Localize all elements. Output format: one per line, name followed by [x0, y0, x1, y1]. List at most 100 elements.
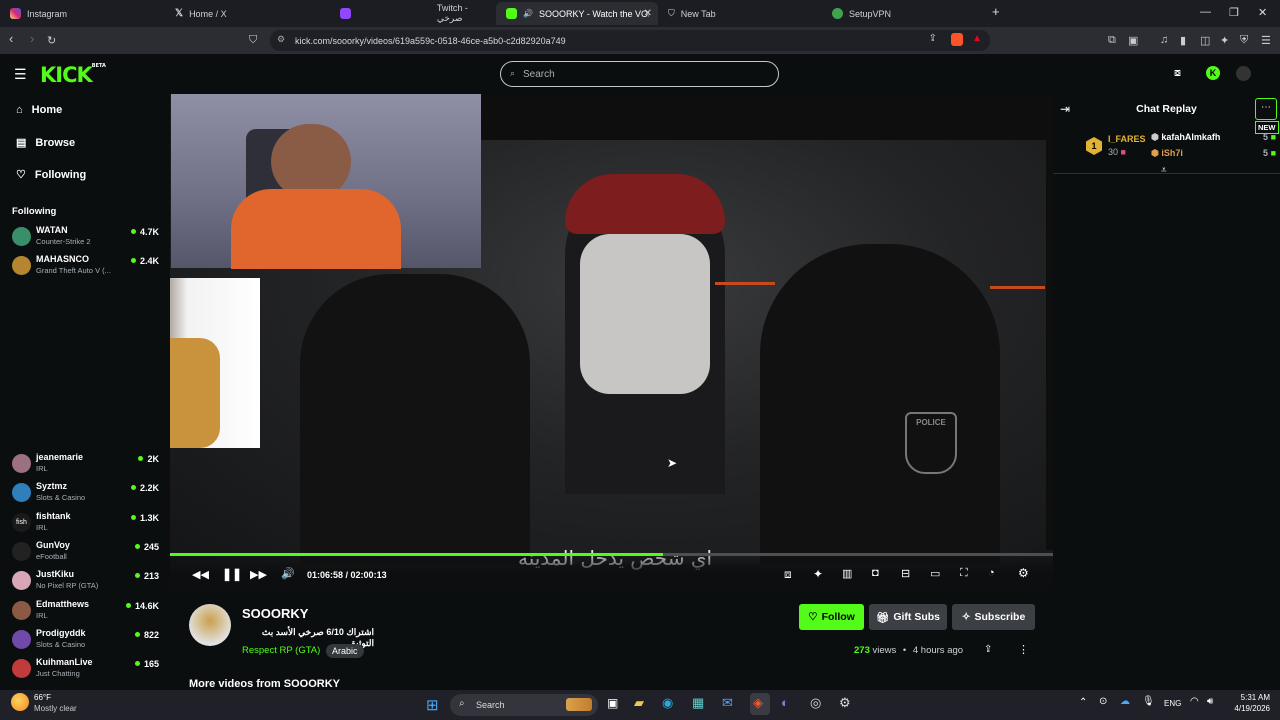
channel-item[interactable]: Prodigyddk Slots & Casino 822 [12, 627, 162, 653]
more-options-icon[interactable]: ⋮ [1018, 643, 1029, 656]
progress-track[interactable] [170, 553, 1053, 556]
vpn-shield-icon[interactable]: ⛨ [1240, 34, 1248, 47]
input-language[interactable]: ENG [1164, 699, 1181, 708]
bookmark-icon[interactable]: ⛉ [249, 34, 257, 47]
music-icon[interactable]: ♫ [1160, 34, 1168, 46]
windows-start-icon[interactable]: ⊞ [426, 696, 439, 714]
new-tab-button[interactable]: + [992, 4, 1000, 19]
app-icon[interactable]: ◎ [810, 695, 821, 711]
avatar [12, 454, 31, 473]
taskbar-search[interactable]: ⌕ Search [450, 694, 598, 716]
mini-player-icon[interactable]: ⊟ [901, 567, 910, 580]
kick-coin-icon[interactable]: K [1206, 66, 1220, 80]
reload-icon[interactable]: ↻ [47, 34, 56, 47]
channel-item[interactable]: MAHASNCO Grand Theft Auto V (... 2.4K [12, 253, 162, 279]
brave-shields-icon[interactable] [951, 33, 963, 46]
pause-icon[interactable]: ❚❚ [222, 567, 242, 581]
weather-icon[interactable] [11, 693, 29, 711]
channel-item[interactable]: fish fishtank IRL 1.3K [12, 510, 162, 536]
tab-instagram[interactable]: Instagram [0, 2, 165, 25]
chat-more-icon[interactable]: ⋯ [1255, 98, 1277, 120]
extensions-icon[interactable]: ⧉ [1108, 34, 1116, 47]
fullscreen-icon[interactable]: ⛶ [960, 567, 968, 580]
task-view-icon[interactable]: ▣ [607, 696, 618, 710]
address-bar[interactable]: ⚙ kick.com/sooorky/videos/619a559c-0518-… [270, 30, 990, 51]
restore-button[interactable]: ❐ [1229, 6, 1239, 19]
menu-icon[interactable]: ☰ [1261, 34, 1271, 47]
mail-icon[interactable]: ✉ [722, 695, 733, 711]
onedrive-icon[interactable]: ☁ [1120, 696, 1130, 707]
microphone-icon[interactable]: 🎙︎ [1142, 696, 1155, 707]
user-avatar[interactable] [1236, 66, 1251, 81]
discord-icon[interactable]: ◐ [781, 695, 789, 710]
channel-item[interactable]: Syztmz Slots & Casino 2.2K [12, 480, 162, 506]
wifi-icon[interactable]: ◠ [1190, 696, 1199, 707]
channel-item[interactable]: JustKiku No Pixel RP (GTA) 213 [12, 568, 162, 594]
settings-gear-icon[interactable]: ⚙ [1018, 566, 1029, 580]
share-icon[interactable]: ⇪ [929, 33, 937, 44]
streamer-name[interactable]: SOOORKY [242, 606, 308, 621]
hamburger-menu-icon[interactable]: ☰ [14, 66, 27, 83]
language-tag[interactable]: Arabic [326, 644, 364, 658]
channel-item[interactable]: jeanemarie IRL 2K [12, 451, 162, 477]
volume-icon[interactable]: 🔊 [281, 567, 295, 580]
follow-button[interactable]: ♡ Follow [799, 604, 864, 630]
rewind-icon[interactable]: ◀◀ [192, 568, 209, 581]
file-explorer-icon[interactable]: ▰ [634, 695, 644, 711]
nav-home[interactable]: ⌂ Home [16, 104, 62, 116]
channel-item[interactable]: WATAN Counter-Strike 2 4.7K [12, 224, 162, 250]
gift-subs-button[interactable]: 🎁︎ Gift Subs [869, 604, 947, 630]
views-count: 273 [854, 645, 870, 656]
theater-mode-icon[interactable]: ▭ [930, 567, 940, 580]
clip-crop-icon[interactable]: ⧈ [784, 567, 792, 582]
category-link[interactable]: Respect RP (GTA) [242, 645, 320, 656]
site-info-icon[interactable]: ⚙ [277, 34, 285, 45]
leo-ai-icon[interactable]: ✦ [1220, 34, 1229, 47]
speed-icon[interactable]: ◔ [988, 567, 995, 579]
kick-logo[interactable]: KICKBETA [40, 63, 106, 87]
nav-browse[interactable]: ▤ Browse [16, 136, 75, 150]
pip-icon[interactable]: ◘ [872, 567, 879, 579]
minimize-button[interactable]: — [1200, 6, 1211, 18]
channel-item[interactable]: Edmatthews IRL 14.6K [12, 598, 162, 624]
brave-rewards-icon[interactable]: ▲ [972, 33, 982, 44]
streamer-avatar[interactable] [189, 604, 231, 646]
tab-new-tab[interactable]: ⛉ New Tab [658, 2, 823, 25]
video-player[interactable]: POLICE اي شخص يدخل المدينه ◀◀ ❚❚ ▶▶ 🔊 01… [170, 94, 1053, 590]
top-gifter-name[interactable]: I_FARES [1108, 134, 1146, 144]
sidebar-icon[interactable]: ▮ [1180, 34, 1186, 47]
tab-setupvpn[interactable]: SetupVPN [822, 2, 987, 25]
wallet-icon[interactable]: ▣ [1128, 34, 1138, 47]
nav-following[interactable]: ♡ Following [16, 168, 86, 182]
tray-app-icon[interactable]: ⊙ [1099, 696, 1107, 707]
forward-icon[interactable]: › [30, 31, 34, 46]
settings-icon[interactable]: ⚙ [839, 695, 851, 711]
leader-item[interactable]: ⬢ iSh7i 5 ■ [1151, 148, 1276, 159]
back-icon[interactable]: ‹ [9, 31, 13, 46]
clock[interactable]: 5:31 AM 4/19/2026 [1226, 693, 1270, 713]
store-icon[interactable]: ▦ [692, 695, 704, 711]
tab-x[interactable]: 𝕏 Home / X [165, 2, 330, 25]
channel-item[interactable]: KuihmanLive Just Chatting 165 [12, 656, 162, 682]
expand-leaderboard-icon[interactable]: ⩡ [1161, 165, 1167, 176]
share-icon[interactable]: ⇪ [984, 644, 992, 655]
channel-item[interactable]: GunVoy eFootball 245 [12, 539, 162, 565]
speaker-icon[interactable]: 🔊︎ [1207, 696, 1213, 707]
tray-chevron-icon[interactable]: ⌃ [1079, 697, 1087, 708]
close-window-button[interactable]: ✕ [1258, 6, 1267, 19]
leader-item[interactable]: ⬢ kafahAlmkafh 5 ■ [1151, 132, 1276, 143]
sparkle-icon[interactable]: ✦ [813, 567, 823, 581]
tab-kick-vod[interactable]: 🔊 SOOORKY - Watch the VOD ✕ [496, 2, 658, 25]
crypto-wallet-icon[interactable]: ◫ [1200, 34, 1210, 47]
search-input[interactable]: ⌕ Search [500, 61, 779, 87]
subscribe-button[interactable]: ✧ Subscribe [952, 604, 1035, 630]
edge-icon[interactable]: ◉ [662, 695, 673, 711]
close-tab-icon[interactable]: ✕ [644, 8, 652, 19]
clip-icon[interactable]: ⧇ [1174, 67, 1181, 80]
channel-category: Slots & Casino [36, 493, 86, 502]
tab-twitch[interactable]: Twitch - صرخي [330, 2, 495, 25]
brave-icon[interactable]: ◈ [753, 695, 763, 711]
stats-icon[interactable]: ▥ [842, 567, 852, 580]
fast-forward-icon[interactable]: ▶▶ [250, 568, 267, 581]
instagram-icon [10, 8, 21, 19]
